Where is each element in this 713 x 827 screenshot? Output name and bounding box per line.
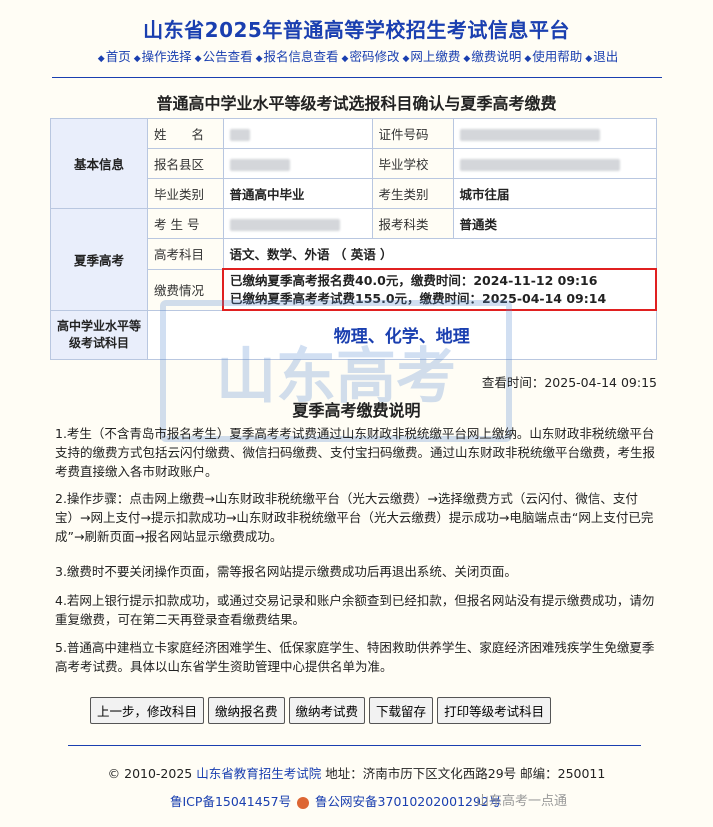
police-badge-icon bbox=[297, 796, 310, 809]
pay-exam-fee-button[interactable]: 缴纳考试费 bbox=[288, 697, 366, 724]
payment-status: 已缴纳夏季高考报名费40.0元，缴费时间：2024-11-12 09:16 已缴… bbox=[222, 268, 657, 311]
basic-info-section: 基本信息 bbox=[50, 118, 148, 209]
icp-link[interactable]: 鲁ICP备15041457号 bbox=[170, 794, 291, 809]
level-exam-subjects: 物理、化学、地理 bbox=[147, 309, 657, 360]
candidate-type-label: 考生类别 bbox=[371, 178, 454, 209]
nav-bullet-icon: ◆ bbox=[97, 54, 105, 64]
subjects-label: 高考科目 bbox=[147, 238, 224, 270]
header-divider bbox=[51, 77, 662, 78]
explain-item-4: 4.若网上银行提示扣款成功，或通过交易记录和账户余额查到已经扣款，但报名网站没有… bbox=[55, 593, 655, 627]
footer-license: 鲁ICP备15041457号 鲁公网安备37010202001292号 bbox=[170, 791, 501, 810]
level-exam-section: 高中学业水平等级考试科目 bbox=[50, 309, 148, 360]
candidate-type-value: 城市往届 bbox=[452, 178, 657, 209]
nav-item[interactable]: 使用帮助 bbox=[532, 49, 582, 64]
explain-item-5: 5.普通高中建档立卡家庭经济困难学生、低保家庭学生、特困救助供养学生、家庭经济困… bbox=[55, 640, 655, 674]
pay-registration-fee-button[interactable]: 缴纳报名费 bbox=[208, 697, 285, 724]
payment-label: 缴费情况 bbox=[147, 268, 224, 311]
source-watermark: 山东高考一点通 bbox=[476, 794, 568, 809]
nav-bullet-icon: ◆ bbox=[524, 54, 532, 64]
payment-line-2: 已缴纳夏季高考考试费155.0元，缴费时间：2025-04-14 09:14 bbox=[230, 290, 607, 306]
site-title: 山东省2025年普通高等学校招生考试信息平台 bbox=[143, 18, 570, 42]
footer-info: © 2010-2025 山东省教育招生考试院 地址：济南市历下区文化西路29号 … bbox=[0, 763, 713, 782]
grad-type-label: 毕业类别 bbox=[147, 178, 224, 209]
explain-item-2: 2.操作步骤：点击网上缴费→山东财政非税统缴平台（光大云缴费）→选择缴费方式（云… bbox=[55, 491, 654, 544]
nav-bullet-icon: ◆ bbox=[133, 54, 141, 64]
nav-item[interactable]: 首页 bbox=[106, 49, 131, 64]
print-subjects-button[interactable]: 打印等级考试科目 bbox=[437, 697, 552, 724]
county-label: 报名县区 bbox=[147, 148, 224, 179]
subject-type-value: 普通类 bbox=[452, 208, 657, 239]
nav-item[interactable]: 操作选择 bbox=[142, 49, 192, 64]
action-buttons: 上一步，修改科目 缴纳报名费 缴纳考试费 下载留存 打印等级考试科目 bbox=[90, 697, 552, 724]
copyright: © 2010-2025 bbox=[107, 766, 193, 781]
school-label: 毕业学校 bbox=[371, 148, 454, 179]
download-button[interactable]: 下载留存 bbox=[369, 697, 434, 724]
nav-bullet-icon: ◆ bbox=[194, 54, 202, 64]
police-link[interactable]: 鲁公网安备37010202001292号 bbox=[315, 794, 501, 809]
nav-item[interactable]: 报名信息查看 bbox=[264, 49, 339, 64]
footer-divider bbox=[68, 745, 641, 746]
org-link[interactable]: 山东省教育招生考试院 bbox=[196, 766, 321, 781]
nav-item[interactable]: 缴费说明 bbox=[471, 49, 521, 64]
summer-exam-section: 夏季高考 bbox=[50, 208, 148, 311]
explain-title: 夏季高考缴费说明 bbox=[292, 401, 421, 420]
prev-modify-button[interactable]: 上一步，修改科目 bbox=[90, 697, 205, 724]
address: 地址：济南市历下区文化西路29号 邮编：250011 bbox=[325, 766, 606, 781]
exam-no-label: 考 生 号 bbox=[147, 208, 224, 239]
query-time: 查看时间：2025-04-14 09:15 bbox=[481, 375, 657, 390]
nav-item[interactable]: 退出 bbox=[593, 49, 618, 64]
explain-item-3: 3.缴费时不要关闭操作页面，需等报名网站提示缴费成功后再退出系统、关闭页面。 bbox=[55, 564, 517, 579]
subject-type-label: 报考科类 bbox=[371, 208, 454, 239]
exam-no-value bbox=[222, 208, 373, 239]
nav-item[interactable]: 公告查看 bbox=[203, 49, 253, 64]
grad-type-value: 普通高中毕业 bbox=[222, 178, 373, 209]
nav-bullet-icon: ◆ bbox=[255, 54, 263, 64]
subjects-value: 语文、数学、外语 （ 英语 ） bbox=[222, 238, 657, 270]
school-value bbox=[452, 148, 657, 179]
nav-bullet-icon: ◆ bbox=[402, 54, 410, 64]
id-value bbox=[452, 118, 657, 149]
top-nav: ◆首页 ◆操作选择 ◆公告查看 ◆报名信息查看 ◆密码修改 ◆网上缴费 ◆缴费说明 ◆使用帮助… bbox=[0, 46, 713, 65]
nav-bullet-icon: ◆ bbox=[341, 54, 349, 64]
id-label: 证件号码 bbox=[371, 118, 454, 149]
county-value bbox=[222, 148, 373, 179]
explain-item-1: 1.考生（不含青岛市报名考生）夏季高考考试费通过山东财政非税统缴平台网上缴纳。山… bbox=[55, 426, 656, 479]
nav-bullet-icon: ◆ bbox=[585, 54, 593, 64]
payment-line-1: 已缴纳夏季高考报名费40.0元，缴费时间：2024-11-12 09:16 bbox=[230, 272, 598, 288]
nav-item[interactable]: 密码修改 bbox=[349, 49, 399, 64]
info-table: 基本信息 姓 名 证件号码 报名县区 毕业学校 毕业类别 普通高中毕业 考生类别… bbox=[50, 118, 657, 360]
nav-bullet-icon: ◆ bbox=[463, 54, 471, 64]
page-title: 普通高中学业水平等级考试选报科目确认与夏季高考缴费 bbox=[156, 94, 557, 113]
name-label: 姓 名 bbox=[147, 118, 224, 149]
name-value bbox=[222, 118, 373, 149]
nav-item[interactable]: 网上缴费 bbox=[410, 49, 460, 64]
